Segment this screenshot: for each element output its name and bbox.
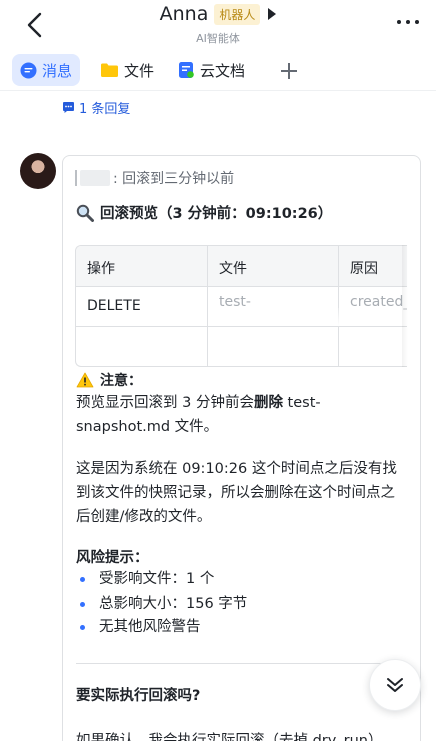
- divider: [76, 663, 406, 664]
- preview-title: 回滚预览（3 分钟前：09:10:26）: [76, 202, 332, 223]
- table-header-cell: 原因: [350, 261, 378, 277]
- cut-off-text: 如果确认，我会执行实际回滚（去掉 dry_run）: [76, 733, 383, 741]
- tabs-divider: [0, 90, 436, 91]
- chat-header: Anna 机器人 AI智能体: [0, 0, 436, 50]
- tab-cloud-docs[interactable]: 云文档: [170, 54, 253, 86]
- tab-messages[interactable]: 消息: [12, 54, 81, 86]
- chat-title: Anna: [159, 3, 209, 25]
- note-paragraph: 预览显示回滚到 3 分钟前会删除 test-snapshot.md 文件。: [76, 395, 321, 435]
- cloud-doc-icon: [179, 62, 194, 78]
- risk-heading: 风险提示：: [76, 550, 149, 566]
- table-header-cell: 操作: [87, 261, 115, 277]
- message-card: [62, 155, 421, 741]
- tab-label: 消息: [42, 61, 73, 80]
- tab-label: 文件: [124, 61, 155, 80]
- scroll-to-bottom-button[interactable]: [369, 659, 421, 711]
- chat-title-area[interactable]: Anna 机器人: [0, 3, 436, 25]
- note-title: 注意：: [100, 373, 142, 389]
- table-header-cell: 文件: [219, 261, 247, 277]
- tab-label: 云文档: [200, 61, 246, 80]
- caret-right-icon[interactable]: [268, 8, 277, 20]
- folder-icon: [101, 63, 118, 77]
- list-item: 受影响文件：1 个: [80, 568, 214, 590]
- thread-reply-link[interactable]: 1 条回复: [62, 98, 130, 117]
- table-scroll-shadow: [402, 245, 408, 367]
- avatar[interactable]: [20, 153, 56, 189]
- double-chevron-down-icon: [387, 678, 403, 692]
- quote-bar: [75, 170, 77, 186]
- quote-text: : 回滚到三分钟以前: [113, 171, 235, 187]
- magnifier-icon: [76, 204, 94, 222]
- more-options-icon[interactable]: [394, 16, 422, 28]
- chat-subtitle: AI智能体: [196, 32, 240, 45]
- rollback-table: 操作 文件 原因 DELETE test- created_: [75, 245, 407, 367]
- add-tab-icon[interactable]: [278, 60, 300, 82]
- note-heading: 注意：: [76, 370, 142, 390]
- list-item: 无其他风险警告: [80, 616, 201, 638]
- confirm-question: 要实际执行回滚吗?: [76, 688, 201, 704]
- preview-title-text: 回滚预览（3 分钟前：09:10:26）: [100, 206, 333, 222]
- table-cell: DELETE: [87, 298, 141, 314]
- quote-sender: [80, 170, 110, 186]
- reply-count: 1 条回复: [79, 102, 131, 117]
- table-fade: [208, 308, 407, 326]
- list-item: 总影响大小：156 字节: [80, 593, 247, 615]
- chat-bubble-icon: [20, 62, 37, 78]
- bot-badge: 机器人: [214, 3, 261, 25]
- warning-icon: [76, 372, 94, 388]
- tab-files[interactable]: 文件: [92, 54, 162, 86]
- chat-tabs: 消息 文件 云文档: [0, 52, 436, 90]
- explanation-paragraph: 这是因为系统在 09:10:26 这个时间点之后没有找到该文件的快照记录，所以会…: [76, 461, 397, 525]
- quoted-message[interactable]: : 回滚到三分钟以前: [75, 168, 234, 188]
- reply-icon: [63, 102, 74, 113]
